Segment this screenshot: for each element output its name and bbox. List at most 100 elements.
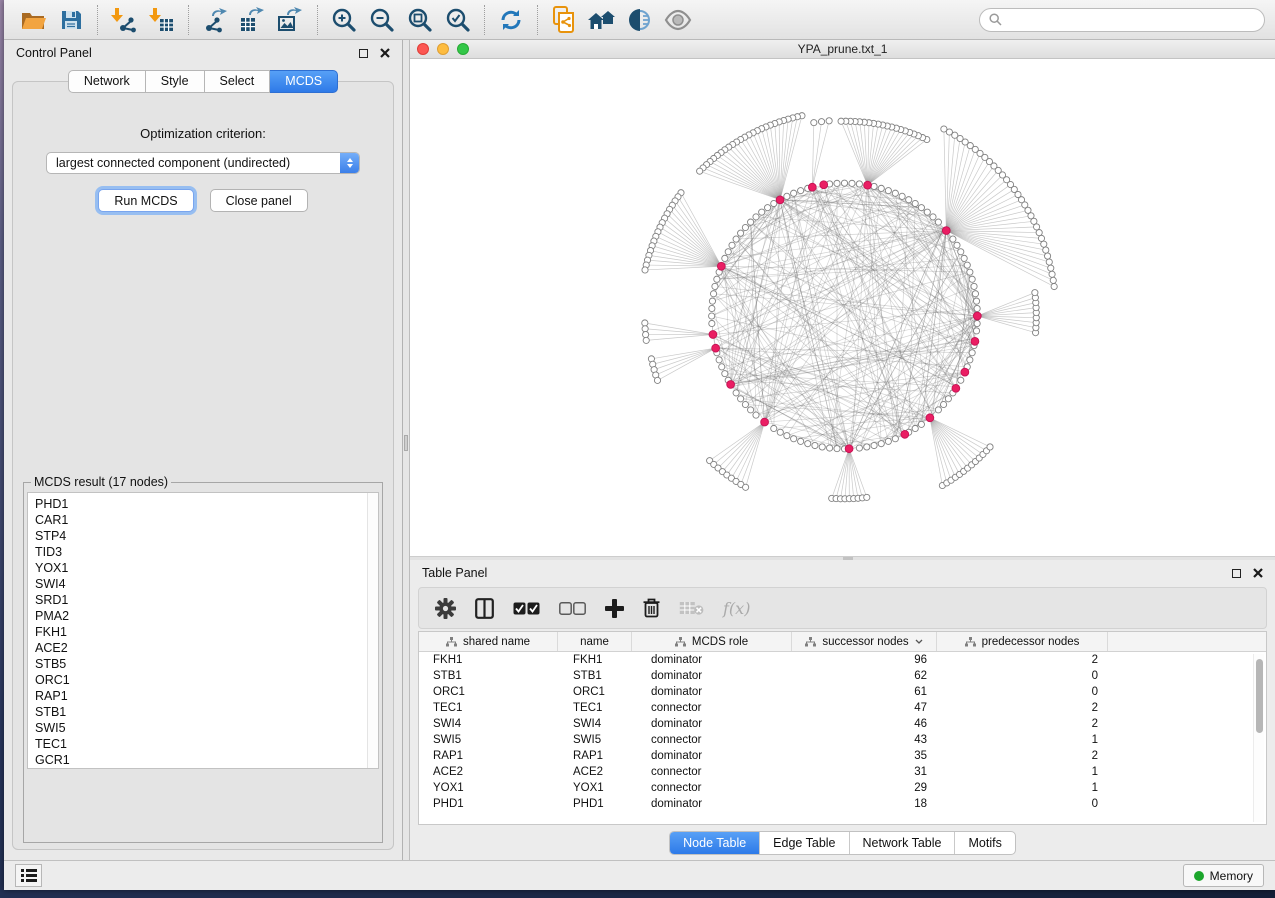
- network-node[interactable]: [940, 401, 946, 407]
- network-node[interactable]: [709, 305, 715, 311]
- mcds-result-item[interactable]: YOX1: [35, 560, 378, 576]
- network-node[interactable]: [722, 255, 728, 261]
- run-mcds-button[interactable]: Run MCDS: [98, 189, 193, 212]
- memory-button[interactable]: Memory: [1183, 864, 1264, 887]
- tab-network-table[interactable]: Network Table: [850, 832, 956, 854]
- table-row[interactable]: STB1STB1dominator620: [419, 668, 1266, 684]
- cell-predecessor-nodes[interactable]: 1: [937, 782, 1108, 794]
- network-hub-node[interactable]: [942, 227, 950, 235]
- zoom-in-button[interactable]: [325, 3, 363, 37]
- network-node[interactable]: [834, 446, 840, 452]
- network-node[interactable]: [798, 438, 804, 444]
- table-row[interactable]: TEC1TEC1connector472: [419, 700, 1266, 716]
- mcds-result-item[interactable]: SWI4: [35, 576, 378, 592]
- network-node[interactable]: [1049, 271, 1055, 277]
- cell-shared-name[interactable]: RAP1: [419, 750, 558, 762]
- mcds-result-item[interactable]: GCR1: [35, 752, 378, 768]
- network-node[interactable]: [856, 445, 862, 451]
- network-hub-node[interactable]: [926, 414, 934, 422]
- network-node[interactable]: [764, 205, 770, 211]
- network-node[interactable]: [972, 291, 978, 297]
- cell-name[interactable]: YOX1: [558, 782, 632, 794]
- mcds-result-item[interactable]: STB5: [35, 656, 378, 672]
- network-node[interactable]: [819, 444, 825, 450]
- network-hub-node[interactable]: [717, 262, 725, 270]
- cell-predecessor-nodes[interactable]: 0: [937, 686, 1108, 698]
- cell-predecessor-nodes[interactable]: 1: [937, 766, 1108, 778]
- cell-name[interactable]: SWI4: [558, 718, 632, 730]
- network-node[interactable]: [791, 190, 797, 196]
- network-node[interactable]: [1041, 241, 1047, 247]
- unselect-all-columns-button[interactable]: [559, 593, 586, 623]
- network-node[interactable]: [826, 118, 832, 124]
- column-header-mcds-role[interactable]: MCDS role: [632, 632, 792, 651]
- cell-predecessor-nodes[interactable]: 2: [937, 654, 1108, 666]
- network-node[interactable]: [784, 433, 790, 439]
- cell-name[interactable]: ACE2: [558, 766, 632, 778]
- network-node[interactable]: [918, 421, 924, 427]
- cell-mcds-role[interactable]: dominator: [632, 750, 792, 762]
- network-node[interactable]: [935, 219, 941, 225]
- cell-successor-nodes[interactable]: 18: [792, 798, 937, 810]
- mcds-result-item[interactable]: FKH1: [35, 624, 378, 640]
- mcds-result-item[interactable]: ACE2: [35, 640, 378, 656]
- cell-successor-nodes[interactable]: 43: [792, 734, 937, 746]
- cell-mcds-role[interactable]: dominator: [632, 654, 792, 666]
- cell-successor-nodes[interactable]: 46: [792, 718, 937, 730]
- cell-shared-name[interactable]: PHD1: [419, 798, 558, 810]
- cell-predecessor-nodes[interactable]: 0: [937, 670, 1108, 682]
- cell-successor-nodes[interactable]: 47: [792, 702, 937, 714]
- close-panel-icon[interactable]: [380, 48, 390, 58]
- network-node[interactable]: [818, 119, 824, 125]
- apply-layout-button[interactable]: [492, 3, 530, 37]
- table-row[interactable]: SWI5SWI5connector431: [419, 732, 1266, 748]
- network-hub-node[interactable]: [973, 312, 981, 320]
- network-node[interactable]: [771, 425, 777, 431]
- network-hub-node[interactable]: [845, 445, 853, 453]
- network-hub-node[interactable]: [712, 344, 720, 352]
- mcds-result-item[interactable]: PHD1: [35, 496, 378, 512]
- network-node[interactable]: [950, 236, 956, 242]
- network-node[interactable]: [930, 214, 936, 220]
- table-row[interactable]: FKH1FKH1dominator962: [419, 652, 1266, 668]
- network-hub-node[interactable]: [820, 181, 828, 189]
- mcds-result-list[interactable]: PHD1CAR1STP4TID3YOX1SWI4SRD1PMA2FKH1ACE2…: [27, 492, 379, 769]
- cell-predecessor-nodes[interactable]: 2: [937, 702, 1108, 714]
- import-table-button[interactable]: [143, 3, 181, 37]
- cell-successor-nodes[interactable]: 35: [792, 750, 937, 762]
- mcds-list-scrollbar[interactable]: [367, 493, 378, 768]
- mcds-result-item[interactable]: TEC1: [35, 736, 378, 752]
- criterion-dropdown[interactable]: largest connected component (undirected): [46, 152, 360, 174]
- mcds-result-item[interactable]: PMA2: [35, 608, 378, 624]
- network-node[interactable]: [725, 249, 731, 255]
- export-table-button[interactable]: [234, 3, 272, 37]
- network-node[interactable]: [742, 224, 748, 230]
- search-input[interactable]: [1008, 13, 1255, 27]
- network-node[interactable]: [714, 276, 720, 282]
- network-node[interactable]: [906, 197, 912, 203]
- network-node[interactable]: [856, 181, 862, 187]
- cell-mcds-role[interactable]: connector: [632, 734, 792, 746]
- network-node[interactable]: [743, 484, 749, 490]
- network-node[interactable]: [771, 200, 777, 206]
- cell-name[interactable]: TEC1: [558, 702, 632, 714]
- cell-successor-nodes[interactable]: 31: [792, 766, 937, 778]
- network-node[interactable]: [716, 357, 722, 363]
- network-node[interactable]: [1051, 283, 1057, 289]
- column-header-shared-name[interactable]: shared name: [419, 632, 558, 651]
- network-node[interactable]: [964, 262, 970, 268]
- network-node[interactable]: [864, 444, 870, 450]
- table-row[interactable]: RAP1RAP1dominator352: [419, 748, 1266, 764]
- splitter-grip[interactable]: [843, 557, 853, 560]
- network-node[interactable]: [1050, 277, 1056, 283]
- float-panel-icon[interactable]: [1232, 569, 1241, 578]
- network-node[interactable]: [642, 326, 648, 332]
- network-node[interactable]: [1032, 290, 1038, 296]
- network-node[interactable]: [1036, 229, 1042, 235]
- mcds-result-item[interactable]: SWI5: [35, 720, 378, 736]
- network-node[interactable]: [838, 118, 844, 124]
- table-scrollbar[interactable]: [1253, 654, 1264, 822]
- mcds-result-item[interactable]: CAR1: [35, 512, 378, 528]
- cell-name[interactable]: RAP1: [558, 750, 632, 762]
- mcds-result-item[interactable]: SRD1: [35, 592, 378, 608]
